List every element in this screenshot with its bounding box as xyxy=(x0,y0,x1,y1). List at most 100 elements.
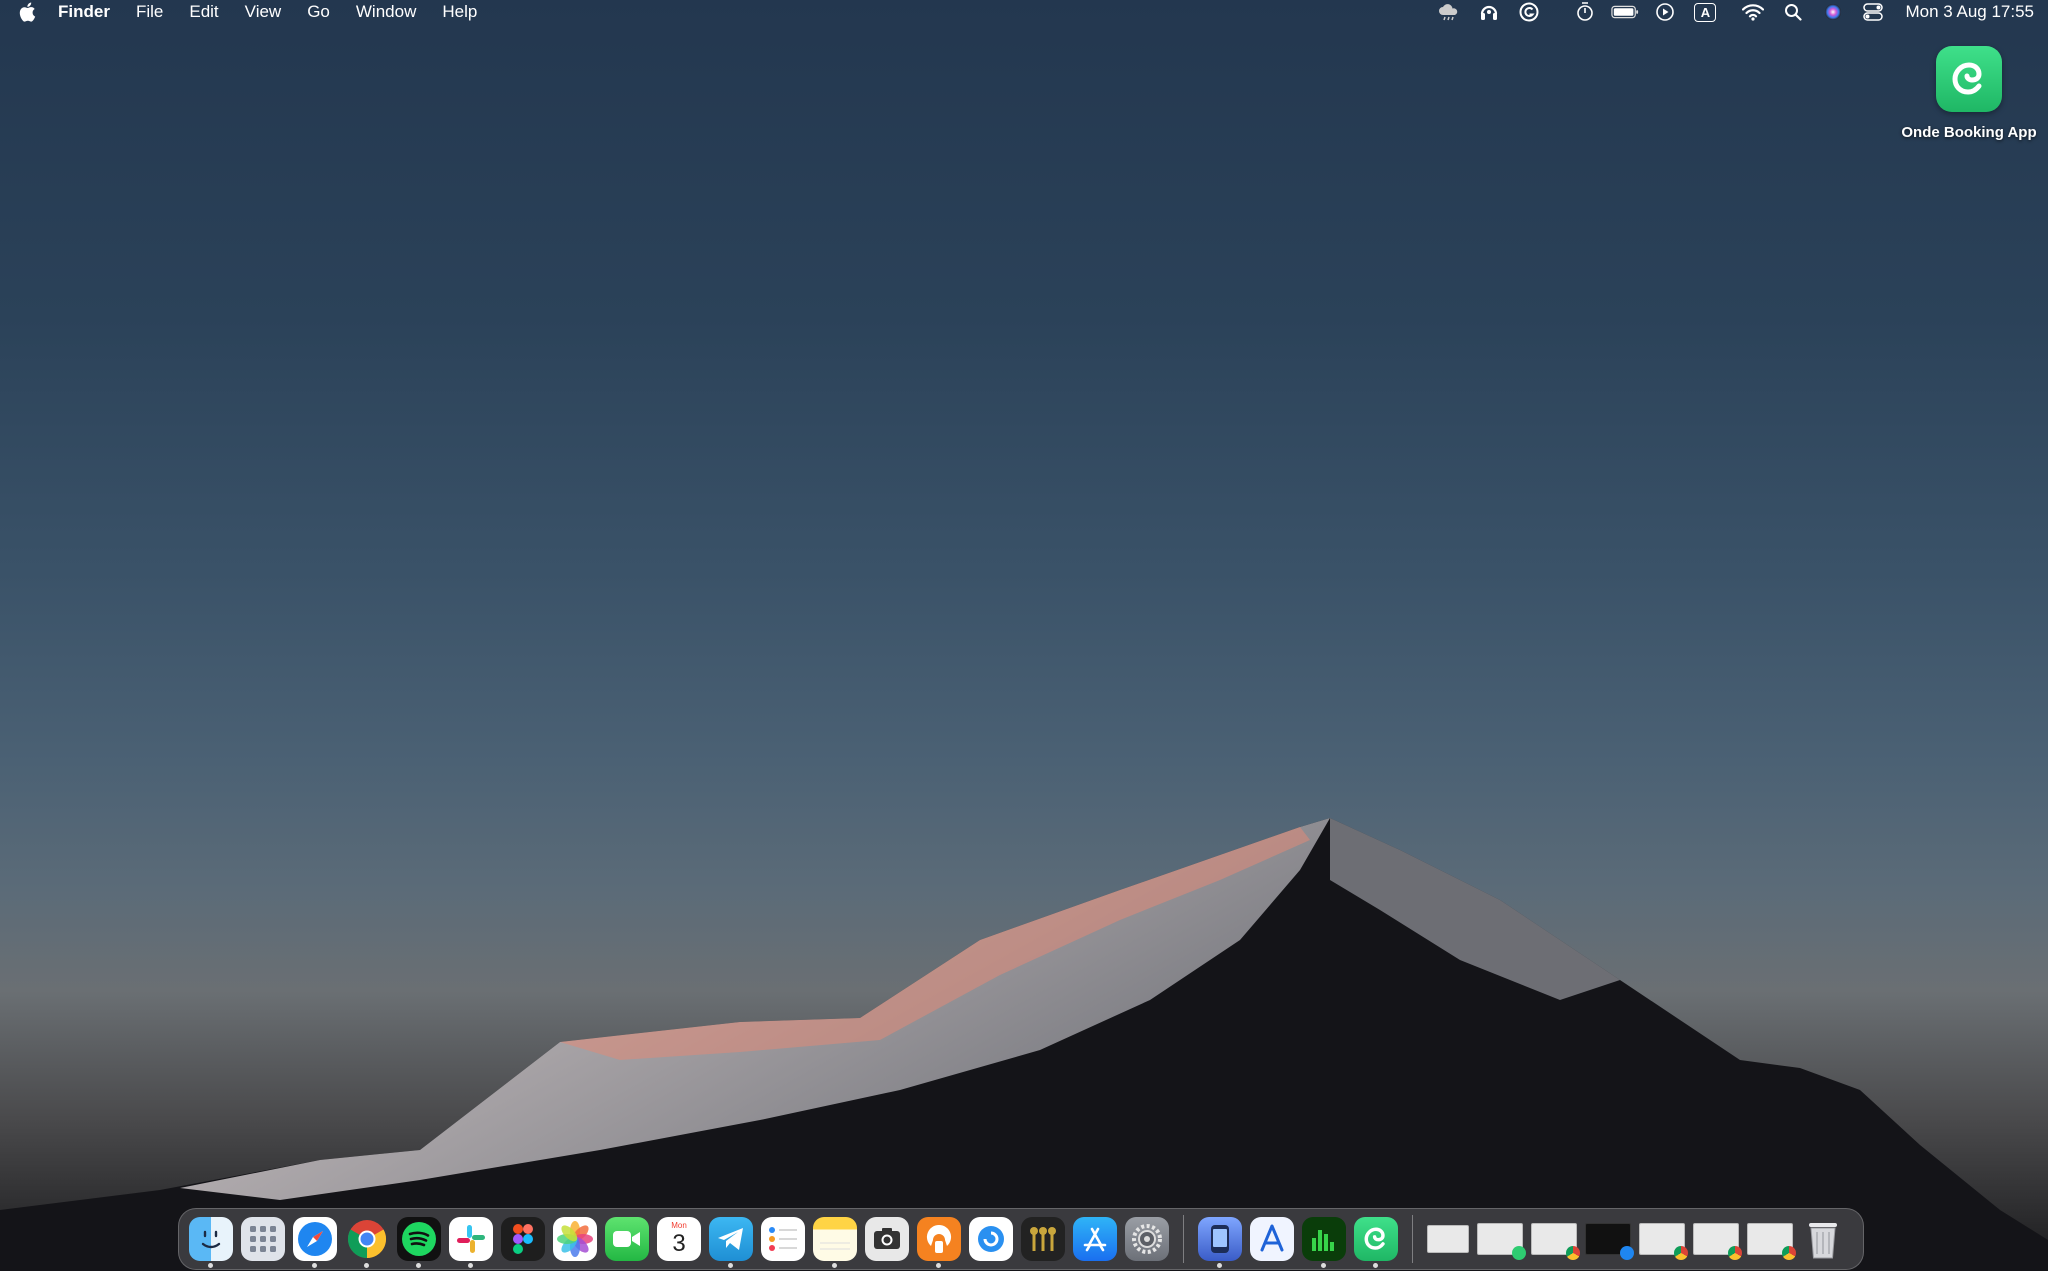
telegram-icon xyxy=(718,1228,743,1250)
safari-icon xyxy=(1620,1246,1634,1260)
play-icon[interactable] xyxy=(1651,1,1679,23)
screenshot-icon xyxy=(874,1228,900,1249)
dock-screenshot[interactable] xyxy=(865,1217,909,1261)
running-indicator xyxy=(936,1263,941,1268)
running-indicator xyxy=(416,1263,421,1268)
onde-booking-icon xyxy=(1936,46,2002,112)
dock-chrome[interactable] xyxy=(345,1217,389,1268)
dock-spotify[interactable] xyxy=(397,1217,441,1268)
chrome-icon xyxy=(1674,1246,1688,1260)
wallpaper-mountain xyxy=(0,818,2048,1271)
facetime-icon xyxy=(613,1231,640,1247)
finder-icon xyxy=(201,1230,221,1249)
menu-go[interactable]: Go xyxy=(307,2,330,22)
running-indicator xyxy=(468,1263,473,1268)
dock-trash[interactable] xyxy=(1801,1217,1845,1261)
menu-window[interactable]: Window xyxy=(356,2,416,22)
menu-clock[interactable]: Mon 3 Aug 17:55 xyxy=(1905,2,2034,22)
bluetooth-app-icon xyxy=(978,1226,1004,1252)
cloud-rain-icon[interactable] xyxy=(1435,1,1463,23)
instruments-icon xyxy=(1260,1224,1284,1252)
dock-app-store[interactable] xyxy=(1073,1217,1117,1261)
chrome-icon xyxy=(347,1220,387,1258)
running-indicator xyxy=(728,1263,733,1268)
dock-telegram[interactable] xyxy=(709,1217,753,1268)
app-store-icon xyxy=(1083,1227,1107,1252)
menu-view[interactable]: View xyxy=(245,2,282,22)
timer-icon[interactable] xyxy=(1571,1,1599,23)
dock-slack[interactable] xyxy=(449,1217,493,1268)
dock-reminders[interactable] xyxy=(761,1217,805,1261)
notes-icon xyxy=(820,1242,850,1250)
activity-monitor-icon xyxy=(1312,1230,1334,1251)
battery-icon[interactable] xyxy=(1611,1,1639,23)
dock-onde-booking[interactable] xyxy=(1354,1217,1398,1268)
dock-safari[interactable] xyxy=(293,1217,337,1268)
launchpad-icon xyxy=(250,1226,276,1252)
running-indicator xyxy=(1321,1263,1326,1268)
menu-app-name[interactable]: Finder xyxy=(58,2,110,22)
dock-separator xyxy=(1183,1215,1184,1263)
minimized-window[interactable] xyxy=(1693,1223,1742,1260)
running-indicator xyxy=(832,1263,837,1268)
reminders-icon xyxy=(769,1227,797,1251)
keychain-icon xyxy=(1030,1227,1056,1251)
siri-icon[interactable] xyxy=(1819,1,1847,23)
menu-bar: Finder File Edit View Go Window Help A M… xyxy=(0,0,2048,24)
running-indicator xyxy=(1217,1263,1222,1268)
dock-figma[interactable] xyxy=(501,1217,545,1261)
menu-left: Finder File Edit View Go Window Help xyxy=(0,0,503,24)
wifi-icon[interactable] xyxy=(1739,1,1767,23)
dock-instruments[interactable] xyxy=(1250,1217,1294,1261)
apple-menu-icon[interactable] xyxy=(16,1,38,23)
dock-notes[interactable] xyxy=(813,1217,857,1268)
running-indicator xyxy=(364,1263,369,1268)
minimized-window[interactable] xyxy=(1585,1223,1634,1260)
minimized-window[interactable] xyxy=(1747,1223,1796,1260)
desktop-icon-label: Onde Booking App xyxy=(1901,124,2037,141)
dock-utility-app[interactable] xyxy=(969,1217,1013,1261)
system-preferences-icon xyxy=(1132,1224,1162,1254)
running-indicator xyxy=(1373,1263,1378,1268)
dock-calendar[interactable]: Mon 3 xyxy=(657,1217,701,1261)
dock: Mon 3 xyxy=(178,1208,1864,1270)
vpn-icon xyxy=(926,1224,952,1253)
dock-separator xyxy=(1412,1215,1413,1263)
input-source-label: A xyxy=(1694,2,1717,22)
menu-edit[interactable]: Edit xyxy=(189,2,218,22)
control-center-icon[interactable] xyxy=(1859,1,1887,23)
menu-file[interactable]: File xyxy=(136,2,163,22)
dock-simulator[interactable] xyxy=(1198,1217,1242,1268)
minimized-window[interactable] xyxy=(1531,1223,1580,1260)
trash-icon xyxy=(1809,1223,1837,1259)
xcode-simulator-icon xyxy=(1211,1225,1229,1253)
dock-facetime[interactable] xyxy=(605,1217,649,1261)
minimized-window[interactable] xyxy=(1427,1225,1469,1253)
grammarly-icon[interactable] xyxy=(1515,1,1543,23)
input-source-icon[interactable]: A xyxy=(1691,1,1719,23)
search-icon[interactable] xyxy=(1779,1,1807,23)
minimized-window[interactable] xyxy=(1639,1223,1688,1260)
running-indicator xyxy=(312,1263,317,1268)
dock-system-preferences[interactable] xyxy=(1125,1217,1169,1261)
photos-icon xyxy=(557,1221,593,1257)
chrome-icon xyxy=(1566,1246,1580,1260)
dock-photos[interactable] xyxy=(553,1217,597,1261)
desktop-icon-onde-booking[interactable]: Onde Booking App xyxy=(1894,46,2044,141)
calendar-month: Mon xyxy=(671,1221,687,1230)
chrome-icon xyxy=(1782,1246,1796,1260)
calendar-day: 3 xyxy=(672,1230,686,1257)
menu-help[interactable]: Help xyxy=(442,2,477,22)
dock-finder[interactable] xyxy=(189,1217,233,1268)
dock-vpn[interactable] xyxy=(917,1217,961,1268)
dock-activity-monitor[interactable] xyxy=(1302,1217,1346,1268)
dock-launchpad[interactable] xyxy=(241,1217,285,1261)
onde-booking-icon xyxy=(1364,1227,1385,1250)
slack-icon xyxy=(457,1225,485,1253)
safari-icon xyxy=(298,1222,332,1256)
chrome-icon xyxy=(1728,1246,1742,1260)
running-indicator xyxy=(208,1263,213,1268)
minimized-window[interactable] xyxy=(1477,1223,1526,1260)
headphones-icon[interactable] xyxy=(1475,1,1503,23)
dock-keychain[interactable] xyxy=(1021,1217,1065,1261)
